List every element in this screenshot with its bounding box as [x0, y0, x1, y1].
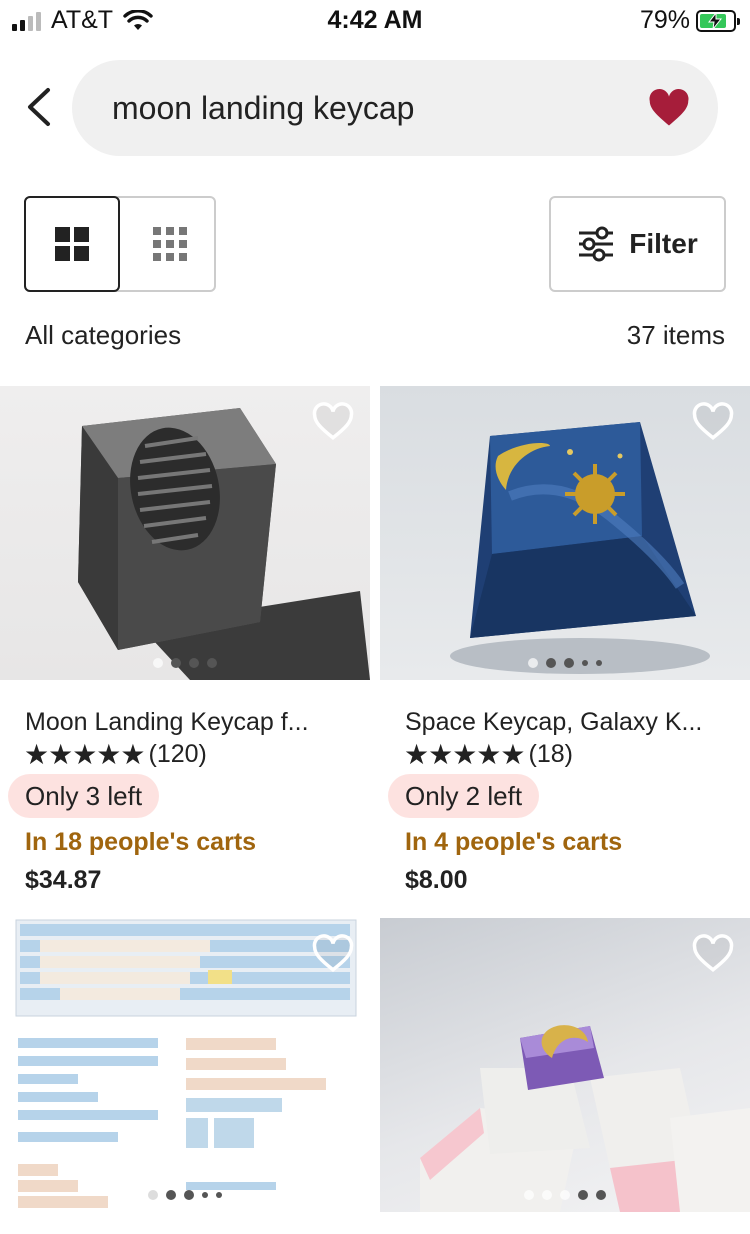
status-time: 4:42 AM — [327, 6, 423, 34]
battery-icon — [696, 9, 740, 32]
grid-3x3-icon — [153, 227, 187, 261]
grid-2x2-icon — [55, 227, 89, 261]
product-image[interactable] — [0, 918, 370, 1212]
filter-button[interactable]: Filter — [549, 196, 726, 292]
star-icons: ★★★★★ — [24, 739, 146, 770]
product-card[interactable] — [380, 918, 750, 1212]
favorite-search-button[interactable] — [648, 88, 690, 128]
stock-badge: Only 2 left — [388, 774, 540, 818]
image-carousel-dots — [380, 1190, 750, 1200]
review-count: (120) — [148, 740, 207, 768]
heart-outline-icon — [692, 934, 734, 972]
star-icons: ★★★★★ — [404, 739, 526, 770]
product-rating: ★★★★★ (120) — [24, 738, 207, 771]
back-button[interactable] — [20, 84, 60, 130]
review-count: (18) — [528, 740, 573, 768]
small-grid-view-button[interactable] — [122, 196, 218, 292]
product-rating: ★★★★★ (18) — [404, 738, 573, 771]
heart-filled-icon — [649, 88, 689, 126]
carts-count: In 18 people's carts — [25, 828, 257, 856]
image-carousel-dots — [0, 658, 370, 668]
product-image[interactable] — [0, 386, 370, 680]
filter-label: Filter — [629, 228, 698, 259]
product-card[interactable]: Space Keycap, Galaxy K... ★★★★★ (18) Onl… — [380, 386, 750, 906]
large-grid-view-button[interactable] — [24, 196, 120, 292]
status-bar: AT&T 4:42 AM 79% — [0, 0, 750, 40]
carts-count: In 4 people's carts — [405, 828, 623, 856]
search-query[interactable]: moon landing keycap — [112, 90, 414, 127]
image-carousel-dots — [380, 658, 750, 668]
product-card[interactable] — [0, 918, 370, 1212]
search-bar[interactable]: moon landing keycap — [72, 60, 718, 156]
product-title[interactable]: Space Keycap, Galaxy K... — [405, 708, 702, 737]
heart-outline-icon — [692, 402, 734, 440]
product-title[interactable]: Moon Landing Keycap f... — [25, 708, 309, 737]
category-label[interactable]: All categories — [25, 320, 181, 351]
result-count: 37 items — [626, 320, 725, 350]
battery-percent: 79% — [639, 6, 690, 34]
product-image[interactable] — [380, 918, 750, 1212]
charging-bolt-icon — [708, 12, 722, 29]
favorite-button[interactable] — [312, 402, 354, 442]
product-card[interactable]: Moon Landing Keycap f... ★★★★★ (120) Onl… — [0, 386, 370, 906]
favorite-button[interactable] — [692, 934, 734, 974]
view-toggle — [24, 196, 216, 292]
product-price: $8.00 — [405, 866, 468, 894]
sliders-icon — [579, 226, 614, 262]
stock-badge: Only 3 left — [8, 774, 160, 818]
status-right: 79% — [639, 6, 740, 35]
heart-outline-icon — [312, 402, 354, 440]
product-price: $34.87 — [25, 866, 102, 894]
heart-outline-icon — [312, 934, 354, 972]
product-image[interactable] — [380, 386, 750, 680]
chevron-left-icon — [28, 88, 50, 126]
favorite-button[interactable] — [312, 934, 354, 974]
image-carousel-dots — [0, 1190, 370, 1200]
favorite-button[interactable] — [692, 402, 734, 442]
